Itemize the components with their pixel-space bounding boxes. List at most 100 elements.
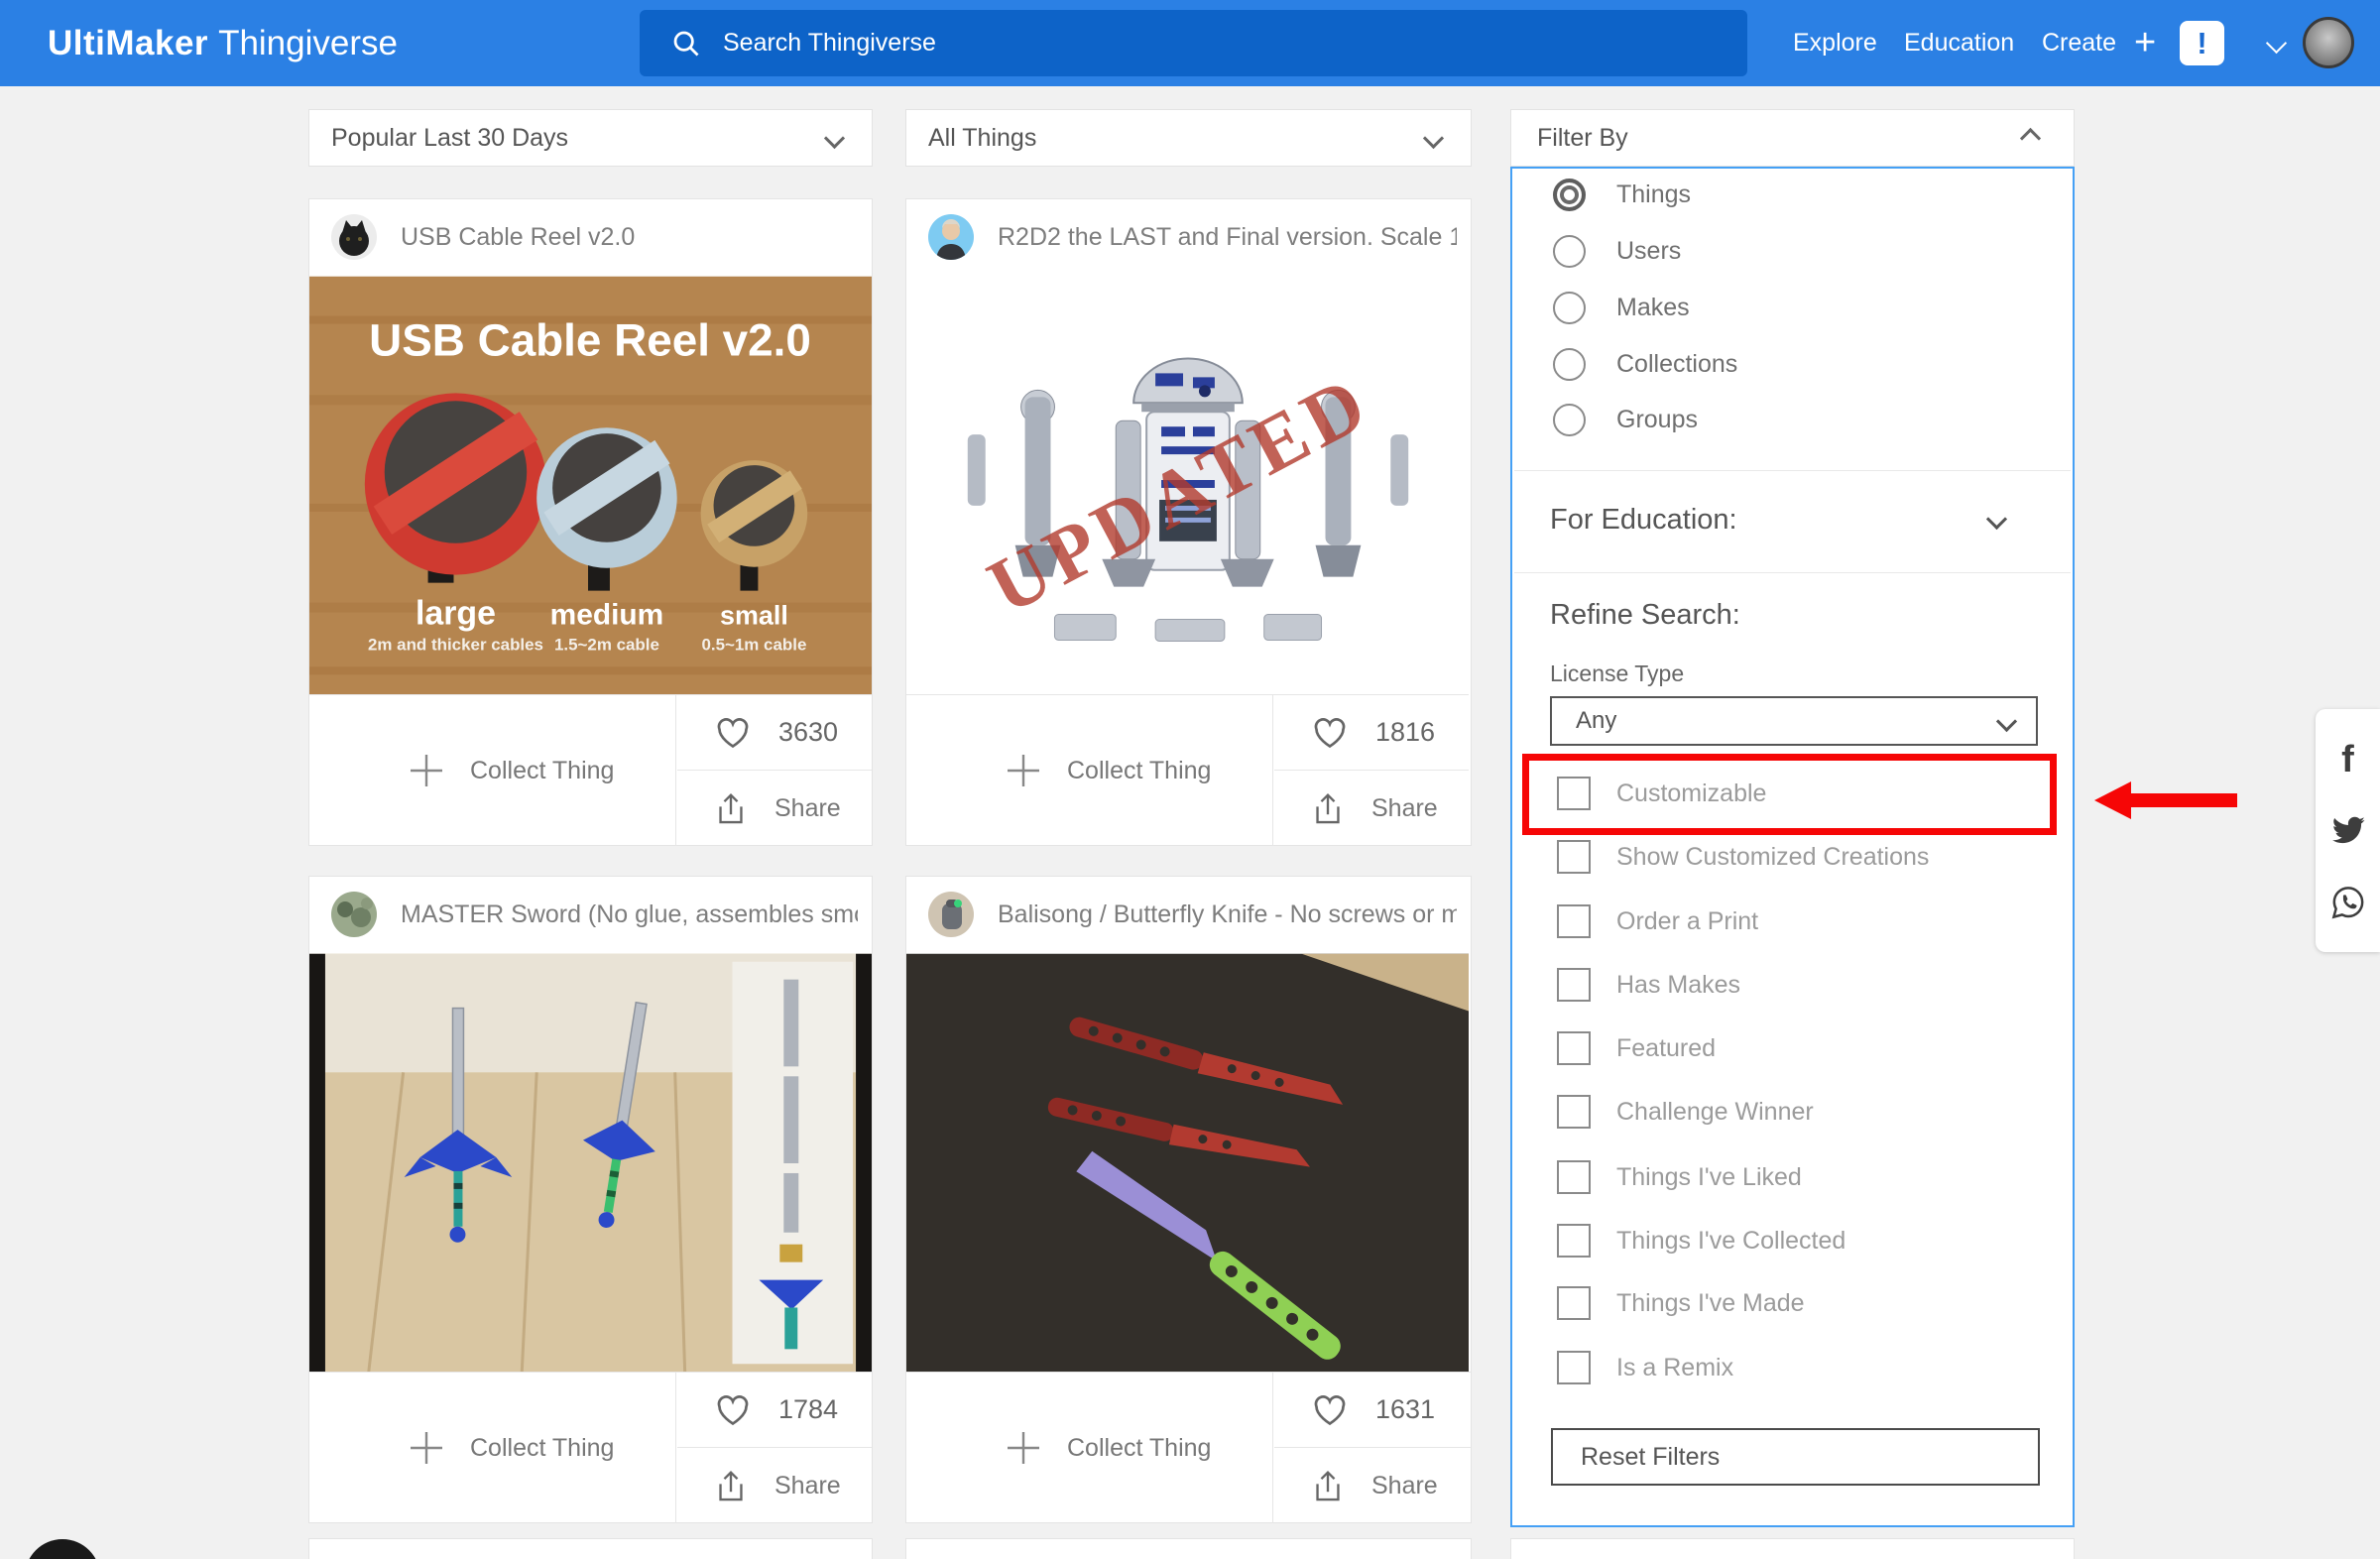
collect-thing-button[interactable]: Collect Thing: [309, 1373, 676, 1523]
radio-icon[interactable]: [1553, 234, 1586, 268]
checkbox[interactable]: [1557, 1160, 1591, 1194]
share-label: Share: [774, 794, 841, 822]
license-type-select[interactable]: Any: [1550, 696, 2038, 746]
filter-radio-makes[interactable]: Makes: [1553, 290, 1690, 325]
collect-thing-label: Collect Thing: [1067, 1433, 1212, 1462]
exclamation-icon: !: [2197, 25, 2207, 60]
divider: [1514, 572, 2071, 573]
chat-widget-button[interactable]: [25, 1539, 100, 1559]
creator-avatar-outdoor[interactable]: [331, 892, 377, 937]
radio-label: Users: [1616, 236, 1682, 265]
thingiverse-search-page: UltiMaker Thingiverse Search Thingiverse…: [0, 0, 2380, 1559]
filter-checkbox-featured[interactable]: Featured: [1557, 1030, 1716, 1066]
like-button[interactable]: 1816: [1274, 695, 1469, 771]
like-button[interactable]: 3630: [677, 695, 872, 771]
filter-checkbox-order-a-print[interactable]: Order a Print: [1557, 903, 1758, 939]
reset-filters-button[interactable]: Reset Filters: [1551, 1428, 2040, 1486]
share-button[interactable]: Share: [1274, 1449, 1471, 1523]
whatsapp-icon[interactable]: [2330, 885, 2366, 920]
chevron-down-icon: [1995, 710, 2018, 732]
filter-checkbox-challenge-winner[interactable]: Challenge Winner: [1557, 1094, 1814, 1130]
collect-thing-button[interactable]: Collect Thing: [906, 695, 1273, 846]
card-header[interactable]: R2D2 the LAST and Final version. Scale 1…: [906, 199, 1471, 276]
checkbox[interactable]: [1557, 777, 1591, 810]
thing-image-r2d2[interactable]: UPDATED: [906, 276, 1469, 695]
nav-explore[interactable]: Explore: [1793, 0, 1877, 86]
user-avatar[interactable]: [2303, 17, 2354, 68]
brand-logo[interactable]: UltiMaker Thingiverse: [48, 0, 398, 86]
nav-education[interactable]: Education: [1904, 0, 2014, 86]
filter-by-header[interactable]: Filter By: [1510, 109, 2075, 167]
annotation-arrow: [2130, 793, 2237, 807]
checkbox[interactable]: [1557, 840, 1591, 874]
collect-thing-button[interactable]: Collect Thing: [309, 695, 676, 846]
refine-search-label: Refine Search:: [1550, 599, 1740, 631]
filter-checkbox-is-a-remix[interactable]: Is a Remix: [1557, 1350, 1733, 1385]
collect-thing-button[interactable]: Collect Thing: [906, 1373, 1273, 1523]
radio-label: Collections: [1616, 349, 1738, 378]
share-button[interactable]: Share: [677, 772, 872, 846]
card-footer: Collect Thing 3630 Share: [309, 694, 872, 846]
nav-create[interactable]: Create +: [2042, 0, 2156, 86]
card-header[interactable]: MASTER Sword (No glue, assembles smooth.…: [309, 877, 872, 953]
thing-card-r2d2: R2D2 the LAST and Final version. Scale 1…: [905, 198, 1472, 846]
next-row-card-partial: [1510, 1538, 2075, 1559]
plus-icon: [1008, 1432, 1039, 1464]
creator-avatar-backpack[interactable]: [928, 892, 974, 937]
thing-image-master-sword[interactable]: [309, 953, 872, 1373]
radio-selected-icon[interactable]: [1553, 178, 1586, 211]
filter-radio-users[interactable]: Users: [1553, 233, 1681, 269]
share-button[interactable]: Share: [677, 1449, 872, 1523]
checkbox-label: Customizable: [1616, 779, 1767, 807]
filter-checkbox-customizable[interactable]: Customizable: [1557, 776, 1766, 811]
filter-checkbox-things-ive-made[interactable]: Things I've Made: [1557, 1285, 1805, 1321]
label-large: large: [416, 595, 496, 633]
heart-icon: [717, 1394, 749, 1425]
checkbox[interactable]: [1557, 1031, 1591, 1065]
radio-icon[interactable]: [1553, 291, 1586, 324]
creator-avatar-cat[interactable]: [331, 214, 377, 260]
thing-image-usb-cable-reel[interactable]: USB Cable Reel v2.0 large 2m and thicker…: [309, 276, 872, 695]
checkbox-label: Order a Print: [1616, 906, 1759, 935]
scope-dropdown[interactable]: All Things: [905, 109, 1472, 167]
filter-checkbox-has-makes[interactable]: Has Makes: [1557, 967, 1740, 1003]
filter-radio-groups[interactable]: Groups: [1553, 402, 1698, 437]
search-input[interactable]: Search Thingiverse: [640, 10, 1747, 76]
filter-checkbox-show-customized-creations[interactable]: Show Customized Creations: [1557, 839, 1929, 875]
checkbox[interactable]: [1557, 1095, 1591, 1129]
like-count: 1816: [1375, 717, 1436, 747]
sort-dropdown[interactable]: Popular Last 30 Days: [308, 109, 873, 167]
share-button[interactable]: Share: [1274, 772, 1469, 846]
checkbox[interactable]: [1557, 1286, 1591, 1320]
like-button[interactable]: 1631: [1274, 1373, 1471, 1448]
filter-checkbox-things-ive-liked[interactable]: Things I've Liked: [1557, 1159, 1802, 1195]
share-icon: [1316, 792, 1340, 823]
filter-checkbox-things-ive-collected[interactable]: Things I've Collected: [1557, 1223, 1845, 1259]
twitter-icon[interactable]: [2329, 814, 2367, 848]
like-button[interactable]: 1784: [677, 1373, 872, 1448]
checkbox[interactable]: [1557, 1224, 1591, 1258]
card-header[interactable]: Balisong / Butterfly Knife - No screws o…: [906, 877, 1471, 953]
radio-icon[interactable]: [1553, 347, 1586, 381]
thing-title[interactable]: Balisong / Butterfly Knife - No screws o…: [998, 900, 1457, 929]
like-count: 3630: [778, 717, 839, 747]
plus-icon: +: [2134, 22, 2157, 63]
checkbox[interactable]: [1557, 968, 1591, 1002]
creator-avatar-person[interactable]: [928, 214, 974, 260]
thing-title[interactable]: USB Cable Reel v2.0: [401, 223, 858, 252]
facebook-icon[interactable]: f: [2341, 741, 2354, 779]
filter-radio-things[interactable]: Things: [1553, 177, 1691, 212]
account-chevron-down-icon[interactable]: [2265, 32, 2288, 55]
card-header[interactable]: USB Cable Reel v2.0: [309, 199, 872, 276]
thing-title[interactable]: R2D2 the LAST and Final version. Scale 1…: [998, 223, 1457, 252]
thing-title[interactable]: MASTER Sword (No glue, assembles smooth.…: [401, 900, 858, 929]
collect-thing-label: Collect Thing: [1067, 756, 1212, 784]
thing-card-usb-cable-reel: USB Cable Reel v2.0 USB Cable Reel v2.0: [308, 198, 873, 846]
filter-radio-collections[interactable]: Collections: [1553, 346, 1737, 382]
brand-light: Thingiverse: [218, 23, 398, 62]
radio-icon[interactable]: [1553, 403, 1586, 436]
checkbox[interactable]: [1557, 1351, 1591, 1384]
thing-image-balisong[interactable]: [906, 953, 1469, 1373]
notification-badge[interactable]: !: [2180, 21, 2224, 65]
checkbox[interactable]: [1557, 904, 1591, 938]
